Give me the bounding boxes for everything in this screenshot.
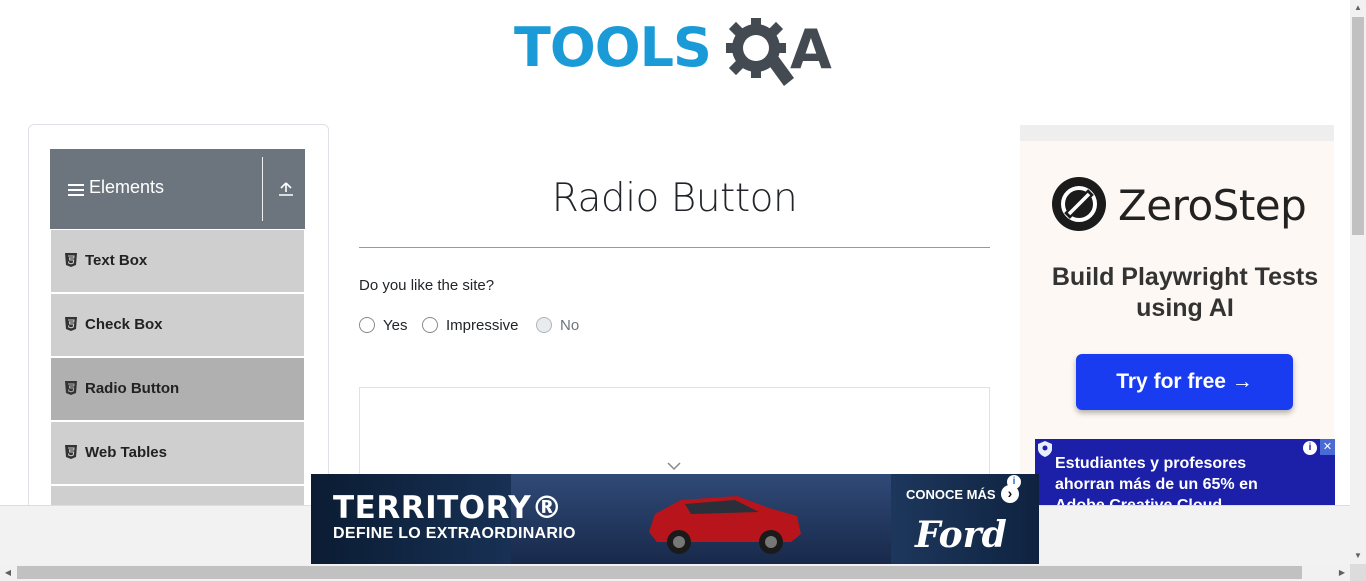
ad-brand: ZeroStep [1118,181,1307,230]
group-title: Elements [89,177,165,197]
sidebar-item-label: Radio Button [85,380,180,397]
radio-circle[interactable] [422,317,438,333]
vertical-scrollbar[interactable]: ▲ ▼ [1350,0,1366,564]
scroll-right-icon[interactable]: ▶ [1334,564,1350,581]
sidebar-item-web-tables[interactable]: Web Tables [51,422,304,484]
horizontal-scrollbar[interactable]: ◀ ▶ [0,564,1350,581]
elements-group-header[interactable]: Elements [50,149,305,229]
radio-label[interactable]: Impressive [446,317,519,334]
scroll-thumb[interactable] [1352,17,1364,235]
shield-icon [1038,441,1052,457]
sidebar-item-next[interactable] [51,486,304,506]
sidebar-item-label: Web Tables [85,444,167,461]
logo-text: TOOLS [514,16,712,79]
radio-label[interactable]: Yes [383,317,407,334]
scroll-thumb[interactable] [17,566,1302,579]
toolsqa-logo[interactable]: TOOLS A [514,16,838,90]
chevron-down-icon[interactable] [667,461,681,471]
close-icon[interactable]: ✕ [1320,439,1335,455]
ad-subtitle: Build Playwright Tests using AI [1051,263,1319,322]
scroll-up-icon[interactable]: ▲ [1350,0,1366,16]
radio-circle[interactable] [359,317,375,333]
html5-icon [65,253,77,267]
sidebar-item-label: Check Box [85,316,163,333]
ad-text: Estudiantes y profesores ahorran más de … [1055,455,1258,505]
header-divider [262,157,263,221]
sidebar-item-text-box[interactable]: Text Box [51,230,304,292]
ad-cta[interactable]: CONOCE MÁS [906,487,996,502]
zerostep-logo-icon [1052,177,1106,231]
ford-logo: Ford [915,514,1007,556]
ad-top-strip [1020,125,1334,141]
radio-label: No [560,317,580,334]
scroll-down-icon[interactable]: ▼ [1350,548,1366,564]
collapse-arrow-icon[interactable] [278,181,294,197]
html5-icon [65,445,77,459]
sidebar-item-check-box[interactable]: Check Box [51,294,304,356]
scrollbar-corner [1350,564,1366,581]
try-for-free-button[interactable]: Try for free → [1076,354,1293,410]
title-divider [359,247,990,248]
ad-brand: TERRITORY® [333,490,563,526]
ad-tagline: DEFINE LO EXTRAORDINARIO [333,525,576,542]
sidebar-item-label: Text Box [85,252,148,269]
car-image [649,496,801,554]
radio-question: Do you like the site? [359,277,495,294]
adobe-ad[interactable]: Estudiantes y profesores ahorran más de … [1035,439,1335,505]
scroll-left-icon[interactable]: ◀ [0,564,16,581]
radio-circle [536,317,552,333]
info-icon[interactable]: i [1007,475,1021,489]
sidebar-item-radio-button[interactable]: Radio Button [51,358,304,420]
html5-icon [65,317,77,331]
logo-a: A [790,18,832,81]
ford-ad[interactable]: TERRITORY® DEFINE LO EXTRAORDINARIO CONO… [311,474,1039,564]
html5-icon [65,381,77,395]
page-title: Radio Button [551,176,798,221]
info-icon[interactable]: i [1303,441,1317,455]
menu-icon [68,184,84,197]
